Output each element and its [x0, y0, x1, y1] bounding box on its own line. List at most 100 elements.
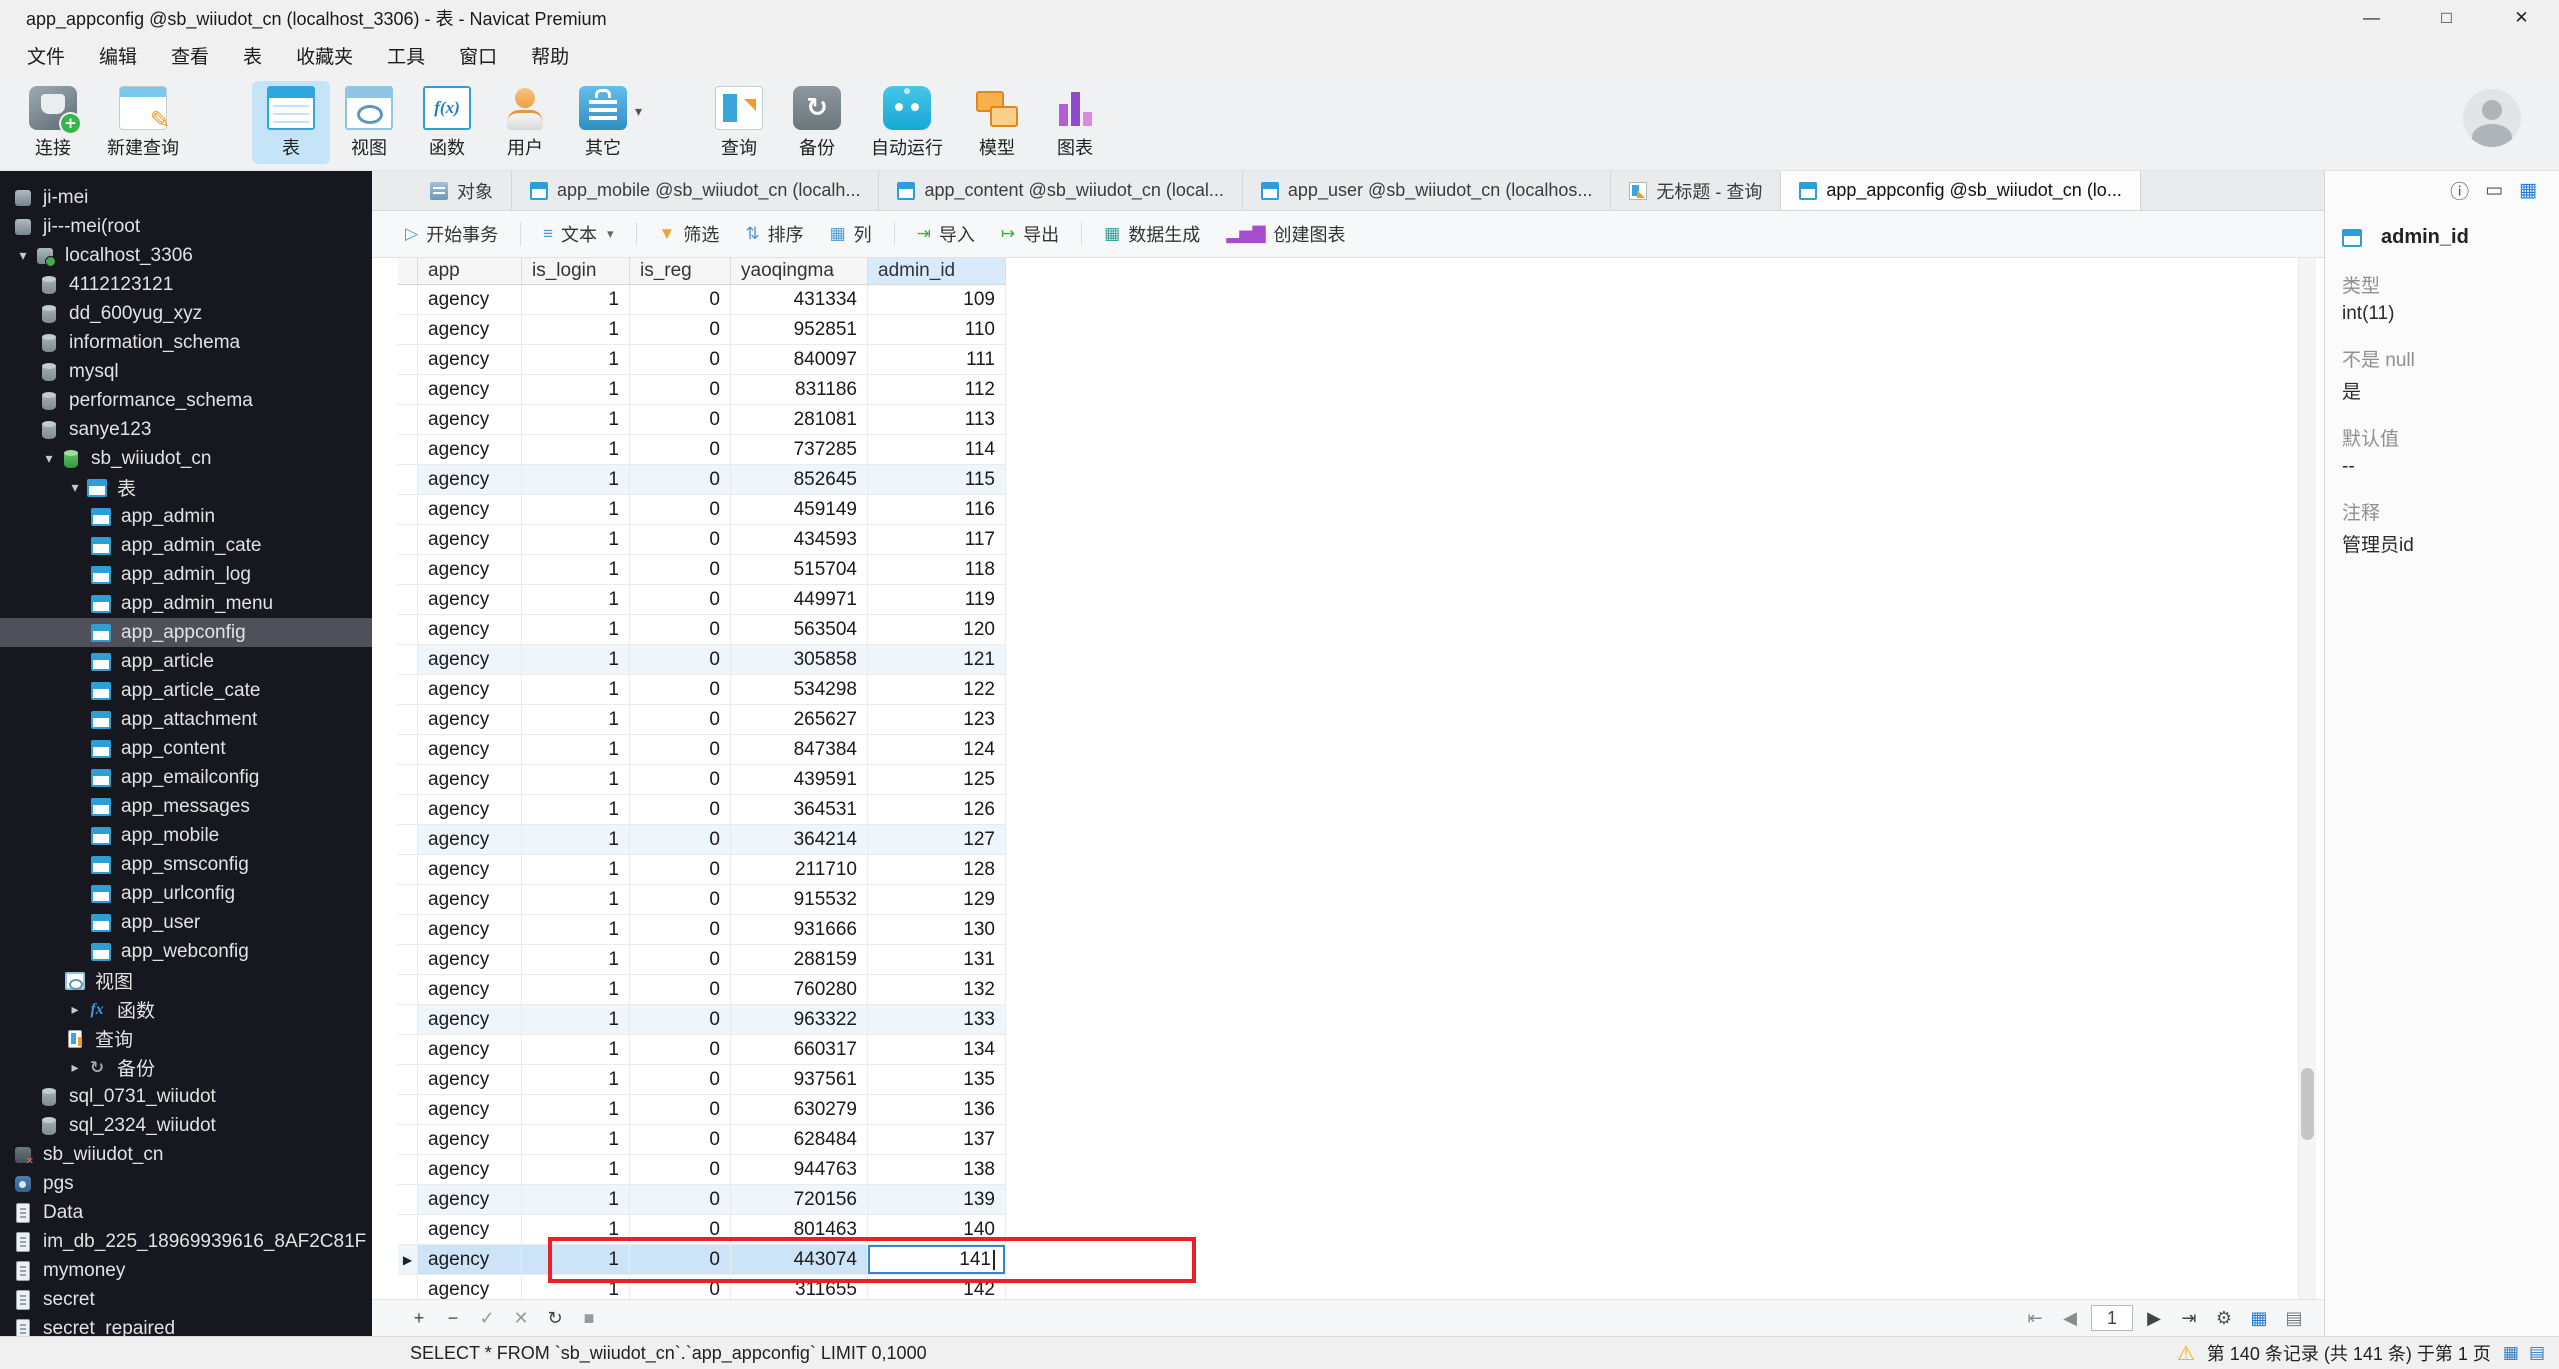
cell-app[interactable]: agency [418, 945, 522, 975]
cell-yaoqingma[interactable]: 534298 [731, 675, 868, 705]
table-row[interactable]: agency10364214127 [398, 825, 1006, 855]
cell-app[interactable]: agency [418, 645, 522, 675]
cell-is_reg[interactable]: 0 [630, 525, 731, 555]
cell-yaoqingma[interactable]: 459149 [731, 495, 868, 525]
sidebar-item-app_smsconfig[interactable]: app_smsconfig [0, 850, 372, 879]
cell-admin_id[interactable]: 136 [868, 1095, 1006, 1125]
current-page-box[interactable]: 1 [2091, 1305, 2133, 1331]
toolbar-user-button[interactable]: 用户 [486, 81, 564, 164]
sidebar-item-app_appconfig[interactable]: app_appconfig [0, 618, 372, 647]
cell-yaoqingma[interactable]: 944763 [731, 1155, 868, 1185]
cell-is_reg[interactable]: 0 [630, 1095, 731, 1125]
table-row[interactable]: agency10281081113 [398, 405, 1006, 435]
toolbar-model-button[interactable]: 模型 [958, 81, 1036, 164]
cell-is_login[interactable]: 1 [522, 615, 630, 645]
toolbar-automation-button[interactable]: 自动运行 [856, 81, 958, 164]
cell-yaoqingma[interactable]: 963322 [731, 1005, 868, 1035]
menu-item-1[interactable]: 编辑 [82, 36, 154, 74]
sidebar-item-Data[interactable]: Data [0, 1198, 372, 1227]
sidebar-item-app_article_cate[interactable]: app_article_cate [0, 676, 372, 705]
cell-is_login[interactable]: 1 [522, 435, 630, 465]
cell-is_login[interactable]: 1 [522, 1065, 630, 1095]
cell-yaoqingma[interactable]: 434593 [731, 525, 868, 555]
caret-down-icon[interactable]: ▾ [607, 226, 614, 242]
cell-is_reg[interactable]: 0 [630, 555, 731, 585]
cell-is_reg[interactable]: 0 [630, 1035, 731, 1065]
cell-app[interactable]: agency [418, 795, 522, 825]
cell-yaoqingma[interactable]: 364531 [731, 795, 868, 825]
sidebar-item-sb_wiiudot_cn[interactable]: ▾sb_wiiudot_cn [0, 444, 372, 473]
cell-is_reg[interactable]: 0 [630, 945, 731, 975]
cell-admin_id[interactable]: 123 [868, 705, 1006, 735]
table-row[interactable]: agency10630279136 [398, 1095, 1006, 1125]
table-row[interactable]: agency10211710128 [398, 855, 1006, 885]
apply-changes-icon[interactable]: ✓ [470, 1308, 504, 1329]
vertical-scrollbar[interactable] [2298, 258, 2316, 1299]
cell-app[interactable]: agency [418, 855, 522, 885]
cell-admin_id[interactable]: 116 [868, 495, 1006, 525]
cell-is_login[interactable]: 1 [522, 795, 630, 825]
cell-app[interactable]: agency [418, 495, 522, 525]
cell-is_login[interactable]: 1 [522, 375, 630, 405]
cell-yaoqingma[interactable]: 439591 [731, 765, 868, 795]
cell-is_login[interactable]: 1 [522, 885, 630, 915]
column-header-is_login[interactable]: is_login [522, 258, 630, 285]
create-chart-button[interactable]: ▂▅▇创建图表 [1213, 215, 1358, 253]
begin-transaction-button[interactable]: ▷开始事务 [392, 215, 511, 253]
cell-admin_id[interactable]: 133 [868, 1005, 1006, 1035]
cell-is_reg[interactable]: 0 [630, 675, 731, 705]
next-record-icon[interactable]: ▶ [2140, 1308, 2168, 1329]
cell-admin_id[interactable]: 112 [868, 375, 1006, 405]
text-button[interactable]: ≡文本▾ [530, 215, 626, 253]
cell-is_reg[interactable]: 0 [630, 855, 731, 885]
cell-is_login[interactable]: 1 [522, 345, 630, 375]
cell-is_reg[interactable]: 0 [630, 915, 731, 945]
cell-is_login[interactable]: 1 [522, 555, 630, 585]
cell-is_reg[interactable]: 0 [630, 645, 731, 675]
data-generation-button[interactable]: ▦数据生成 [1091, 215, 1213, 253]
cell-admin_id[interactable]: 137 [868, 1125, 1006, 1155]
stop-icon[interactable]: ■ [572, 1308, 606, 1329]
cell-admin_id[interactable]: 117 [868, 525, 1006, 555]
table-row[interactable]: agency10534298122 [398, 675, 1006, 705]
cell-admin_id[interactable]: 125 [868, 765, 1006, 795]
cell-app[interactable]: agency [418, 1035, 522, 1065]
cell-yaoqingma[interactable]: 852645 [731, 465, 868, 495]
scrollbar-thumb[interactable] [2301, 1068, 2314, 1140]
cell-admin_id[interactable]: 120 [868, 615, 1006, 645]
tab-4[interactable]: 无标题 - 查询 [1611, 171, 1781, 210]
cell-app[interactable]: agency [418, 975, 522, 1005]
cell-is_login[interactable]: 1 [522, 285, 630, 315]
table-row[interactable]: agency10265627123 [398, 705, 1006, 735]
cell-is_reg[interactable]: 0 [630, 435, 731, 465]
cell-admin_id[interactable]: 119 [868, 585, 1006, 615]
table-row[interactable]: agency10660317134 [398, 1035, 1006, 1065]
cell-is_login[interactable]: 1 [522, 315, 630, 345]
cell-admin_id[interactable]: 138 [868, 1155, 1006, 1185]
table-row[interactable]: agency10364531126 [398, 795, 1006, 825]
cell-is_reg[interactable]: 0 [630, 1065, 731, 1095]
cell-app[interactable]: agency [418, 765, 522, 795]
cell-yaoqingma[interactable]: 281081 [731, 405, 868, 435]
sidebar-item-dd_600yug_xyz[interactable]: dd_600yug_xyz [0, 299, 372, 328]
tab-3[interactable]: app_user @sb_wiiudot_cn (localhos... [1243, 171, 1611, 210]
cell-app[interactable]: agency [418, 435, 522, 465]
cell-is_login[interactable]: 1 [522, 585, 630, 615]
cell-app[interactable]: agency [418, 1125, 522, 1155]
cell-app[interactable]: agency [418, 1275, 522, 1299]
table-row[interactable]: agency10439591125 [398, 765, 1006, 795]
cell-is_login[interactable]: 1 [522, 1035, 630, 1065]
cell-is_login[interactable]: 1 [522, 705, 630, 735]
cell-is_login[interactable]: 1 [522, 1185, 630, 1215]
cell-app[interactable]: agency [418, 285, 522, 315]
cell-is_reg[interactable]: 0 [630, 795, 731, 825]
cell-yaoqingma[interactable]: 630279 [731, 1095, 868, 1125]
cell-yaoqingma[interactable]: 211710 [731, 855, 868, 885]
export-button[interactable]: ↦导出 [988, 215, 1072, 253]
form-view-icon[interactable]: ▤ [2280, 1308, 2308, 1329]
cell-is_login[interactable]: 1 [522, 495, 630, 525]
menu-item-7[interactable]: 帮助 [514, 36, 586, 74]
table-row[interactable]: agency10915532129 [398, 885, 1006, 915]
cell-admin_id[interactable]: 118 [868, 555, 1006, 585]
cell-yaoqingma[interactable]: 265627 [731, 705, 868, 735]
